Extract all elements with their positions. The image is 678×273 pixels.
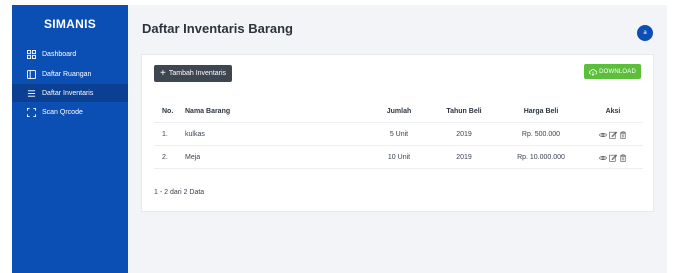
cell-no: 2.	[162, 154, 168, 161]
add-inventory-label: Tambah Inventaris	[168, 70, 227, 77]
inventory-card: + Tambah Inventaris DOWNLOAD No. Nama Ba…	[141, 54, 654, 212]
cell-jumlah: 5 Unit	[389, 131, 409, 138]
edit-icon[interactable]	[609, 131, 617, 139]
cell-harga-beli: Rp. 10.000.000	[517, 154, 565, 161]
sidebar-item-daftar-inventaris[interactable]: Daftar Inventaris	[12, 84, 128, 102]
cell-tahun-beli: 2019	[456, 154, 472, 161]
cell-aksi	[588, 124, 638, 146]
cell-jumlah: 10 Unit	[387, 154, 411, 161]
trash-icon[interactable]	[619, 154, 627, 162]
list-icon	[26, 89, 36, 98]
sidebar-item-scan-qrcode[interactable]: Scan Qrcode	[12, 103, 128, 121]
sidebar-item-label: Dashboard	[42, 50, 77, 58]
cell-nama-barang: Meja	[185, 154, 201, 161]
cloud-download-icon	[589, 68, 598, 76]
room-icon	[26, 69, 36, 79]
cell-tahun-beli: 2019	[456, 131, 472, 138]
pagination-summary: 1 - 2 dari 2 Data	[154, 189, 205, 196]
sidebar-item-label: Daftar Inventaris	[42, 89, 94, 97]
sidebar-item-label: Daftar Ruangan	[42, 70, 92, 78]
brand-title: SIMANIS	[43, 17, 97, 31]
header-tahun-beli: Tahun Beli	[446, 108, 482, 115]
header-harga-beli: Harga Beli	[523, 108, 559, 115]
download-label: DOWNLOAD	[599, 68, 636, 75]
table-row: 1. kulkas 5 Unit 2019 Rp. 500.000	[154, 124, 643, 146]
cell-aksi	[588, 147, 638, 169]
plus-icon: +	[160, 67, 166, 79]
header-nama-barang: Nama Barang	[185, 108, 231, 115]
sidebar-item-label: Scan Qrcode	[42, 108, 83, 116]
header-no: No.	[162, 108, 174, 115]
header-jumlah: Jumlah	[386, 108, 412, 115]
table-header-row: No. Nama Barang Jumlah Tahun Beli Harga …	[154, 101, 643, 123]
cell-nama-barang: kulkas	[185, 131, 205, 138]
cell-harga-beli: Rp. 500.000	[521, 131, 561, 138]
table-row: 2. Meja 10 Unit 2019 Rp. 10.000.000	[154, 147, 643, 169]
grid-icon	[26, 49, 36, 59]
view-icon[interactable]	[599, 154, 607, 162]
cell-no: 1.	[162, 131, 168, 138]
view-icon[interactable]	[599, 131, 607, 139]
download-button[interactable]: DOWNLOAD	[584, 64, 641, 79]
add-inventory-button[interactable]: + Tambah Inventaris	[154, 65, 233, 82]
sidebar: SIMANIS Dashboard Daftar Ruangan Daftar …	[12, 5, 128, 273]
app-window: SIMANIS Dashboard Daftar Ruangan Daftar …	[0, 0, 678, 273]
sidebar-item-dashboard[interactable]: Dashboard	[12, 45, 128, 63]
sidebar-item-daftar-ruangan[interactable]: Daftar Ruangan	[12, 65, 128, 83]
avatar-initial: a	[643, 30, 647, 36]
avatar[interactable]: a	[637, 25, 653, 41]
scan-icon	[26, 107, 36, 117]
page-title: Daftar Inventaris Barang	[142, 21, 293, 36]
header-aksi: Aksi	[605, 108, 621, 115]
edit-icon[interactable]	[609, 154, 617, 162]
main-content: Daftar Inventaris Barang a + Tambah Inve…	[128, 5, 667, 273]
trash-icon[interactable]	[619, 131, 627, 139]
